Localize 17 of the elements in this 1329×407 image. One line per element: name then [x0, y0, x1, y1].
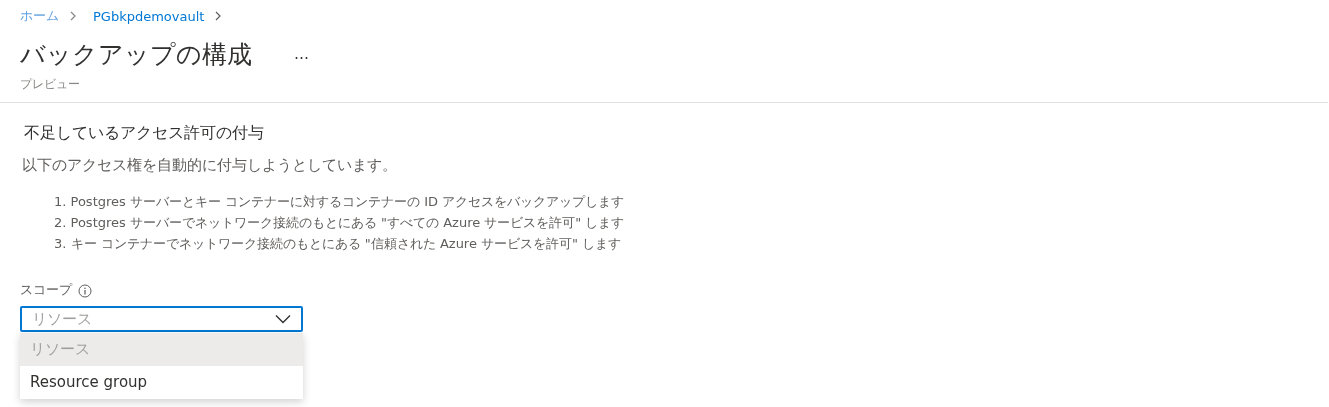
chevron-down-icon — [275, 314, 291, 324]
step-item: 3. キー コンテナーでネットワーク接続のもとにある "信頼された Azure サービスを許可" します — [54, 235, 623, 253]
description: 以下のアクセス権を自動的に付与しようとしています。 — [22, 156, 398, 175]
info-icon — [78, 283, 92, 298]
page-subtitle: プレビュー — [19, 76, 81, 93]
dropdown-option[interactable]: Resource group — [20, 366, 303, 399]
step-item: 2. Postgres サーバーでネットワーク接続のもとにある "すべての Azure サービスを許可" します — [54, 214, 626, 232]
field-label: スコープ — [20, 282, 72, 299]
chevron-right-icon — [214, 10, 223, 22]
page-title: バックアップの構成 — [20, 38, 252, 71]
scope-dropdown[interactable]: リソース — [20, 306, 303, 332]
breadcrumb-link[interactable]: PGbkpdemovault — [93, 8, 205, 24]
breadcrumb-link[interactable]: ホーム — [20, 7, 59, 25]
more-button[interactable]: … — [290, 45, 313, 63]
chevron-right-icon — [69, 10, 77, 22]
section-heading: 不足しているアクセス許可の付与 — [24, 123, 265, 144]
step-item: 1. Postgres サーバーとキー コンテナーに対するコンテナーの ID アクセスをバックアップします — [54, 193, 626, 211]
